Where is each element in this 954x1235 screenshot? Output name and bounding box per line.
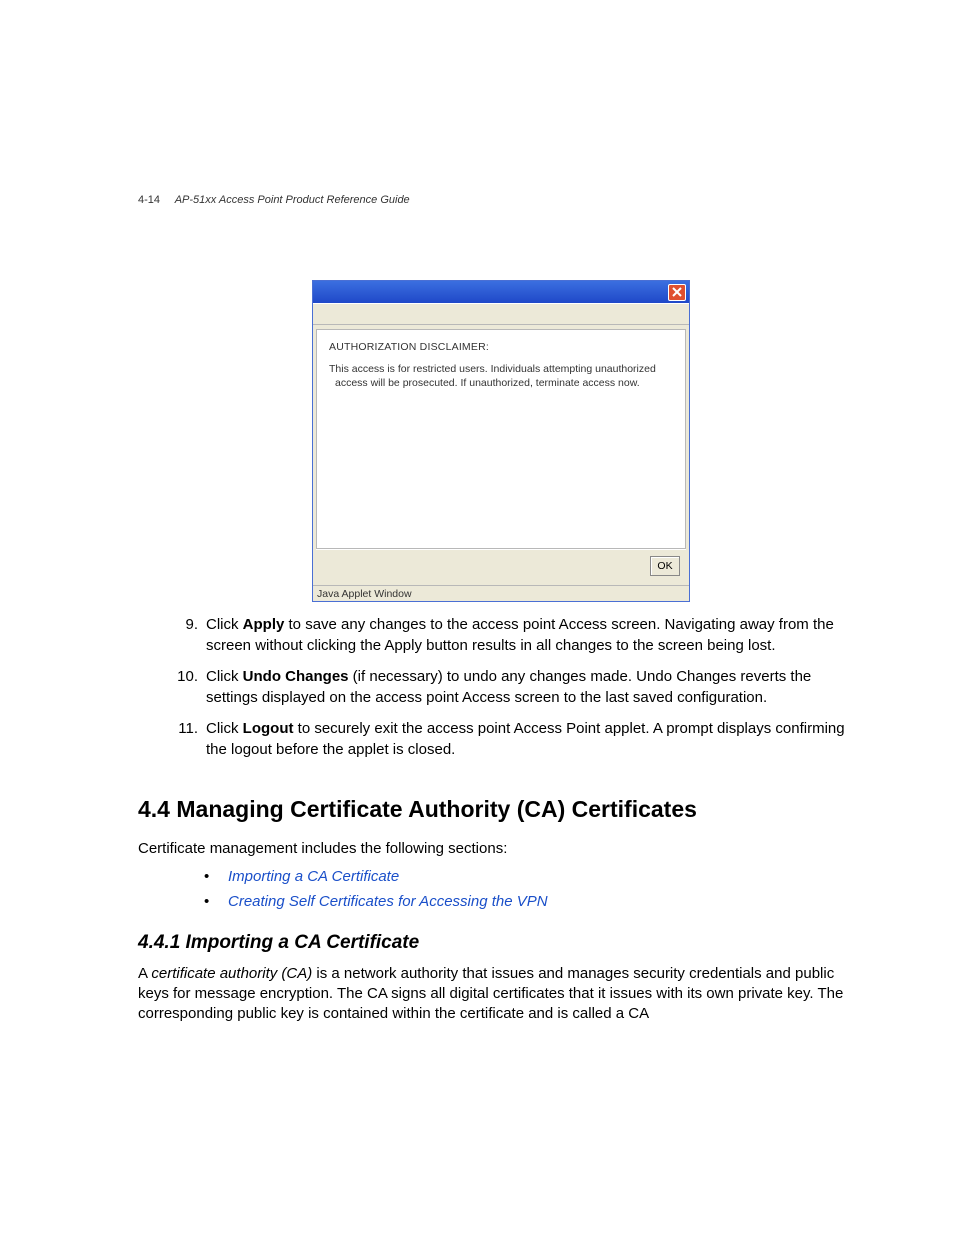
list-item: 9. Click Apply to save any changes to th… [176,614,864,656]
close-icon [672,287,682,297]
dialog-button-row: OK [316,549,686,582]
list-item: 10. Click Undo Changes (if necessary) to… [176,666,864,708]
dialog-toolbar [313,303,689,325]
page-number: 4-14 [138,194,160,206]
subsection-heading: 4.4.1 Importing a CA Certificate [138,930,864,956]
link-list: Importing a CA Certificate Creating Self… [204,867,864,912]
step-list: 9. Click Apply to save any changes to th… [176,614,864,760]
step-text: Click Undo Changes (if necessary) to und… [206,666,864,708]
page-header: 4-14 AP-51xx Access Point Product Refere… [138,193,410,208]
list-item: Creating Self Certificates for Accessing… [204,892,864,912]
dialog-figure: AUTHORIZATION DISCLAIMER: This access is… [138,280,864,602]
ok-button[interactable]: OK [650,556,680,576]
disclaimer-text: This access is for restricted users. Ind… [329,362,673,390]
step-number: 9. [176,614,206,656]
step-text: Click Apply to save any changes to the a… [206,614,864,656]
guide-title: AP-51xx Access Point Product Reference G… [175,194,410,206]
link-import-ca[interactable]: Importing a CA Certificate [228,868,399,885]
step-number: 11. [176,718,206,760]
certificate-authority-term: certificate authority (CA) [151,965,312,982]
section-heading: 4.4 Managing Certificate Authority (CA) … [138,794,864,825]
dialog-status: Java Applet Window [313,585,689,601]
authorization-dialog: AUTHORIZATION DISCLAIMER: This access is… [312,280,690,602]
step-number: 10. [176,666,206,708]
disclaimer-title: AUTHORIZATION DISCLAIMER: [329,340,673,354]
subsection-paragraph: A certificate authority (CA) is a networ… [138,964,864,1025]
close-button[interactable] [668,284,686,301]
link-create-self-cert[interactable]: Creating Self Certificates for Accessing… [228,893,548,910]
disclaimer-line1: This access is for restricted users. Ind… [329,363,656,375]
list-item: Importing a CA Certificate [204,867,864,887]
logout-label: Logout [243,720,294,737]
list-item: 11. Click Logout to securely exit the ac… [176,718,864,760]
dialog-body: AUTHORIZATION DISCLAIMER: This access is… [316,329,686,549]
ok-label: OK [657,559,672,573]
undo-changes-label: Undo Changes [243,668,349,685]
apply-label: Apply [243,616,285,633]
section-intro: Certificate management includes the foll… [138,839,864,859]
step-text: Click Logout to securely exit the access… [206,718,864,760]
dialog-titlebar [313,281,689,303]
disclaimer-line2: access will be prosecuted. If unauthoriz… [329,376,673,390]
